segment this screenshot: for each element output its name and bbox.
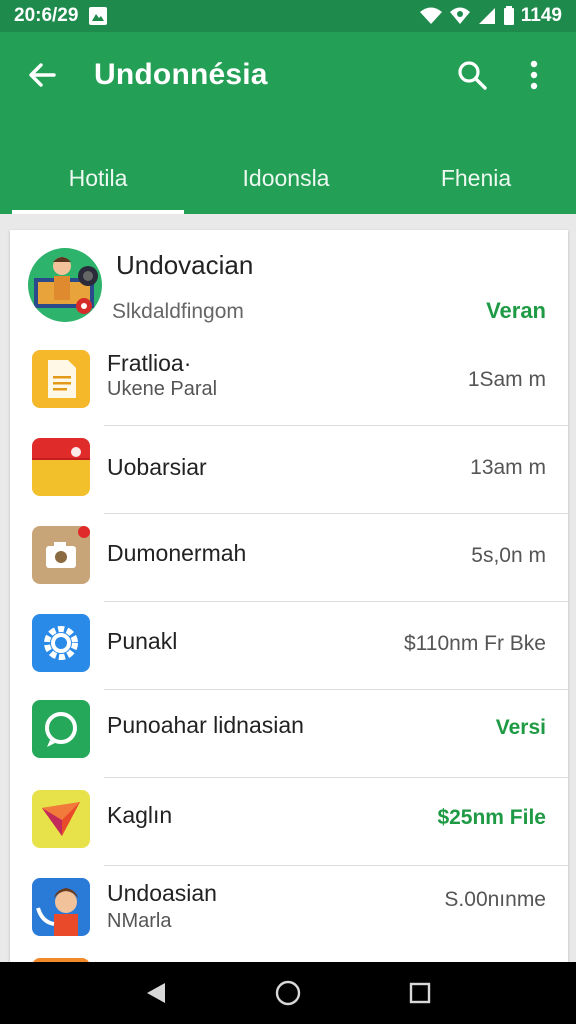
tab-indicator: [12, 210, 184, 214]
list-item[interactable]: Undoasian NMarla S.00nınme: [10, 866, 568, 954]
app-bar: Undonnésia Hotila Idoonsla Fhenia: [0, 32, 576, 214]
avatar: [28, 248, 102, 322]
notification-image-icon: [88, 6, 108, 26]
nav-home-button[interactable]: [268, 973, 308, 1013]
item-name: Kaglın: [107, 802, 173, 828]
nav-recents-button[interactable]: [400, 973, 440, 1013]
camera-app-icon: [32, 526, 90, 584]
item-name: Undoasian: [107, 880, 217, 906]
list-item[interactable]: Kaglın $25nm File: [10, 778, 568, 866]
item-meta: $110nm Fr Bke: [403, 632, 546, 655]
item-name: Punakl: [107, 628, 178, 654]
item-name: Uobarsiar: [107, 454, 207, 480]
square-recents-icon: [409, 982, 431, 1004]
status-bar: 20:6/29 1149: [0, 0, 576, 32]
search-icon: [458, 61, 487, 90]
tab-3-label: Fhenia: [440, 164, 512, 191]
item-name: Dumonermah: [107, 540, 247, 566]
list-item[interactable]: Fratlioa· Ukene Paral 1Sam m: [10, 338, 568, 426]
wifi-icon: [419, 6, 443, 26]
header-subtitle: Slkdaldfingom: [112, 300, 244, 323]
list-item[interactable]: Dumonermah 5s,0n m: [10, 514, 568, 602]
header-title: Undovacian: [116, 250, 254, 280]
character-app-icon: [32, 878, 90, 936]
vpn-icon: [449, 6, 471, 26]
tab-bar: Hotila Idoonsla Fhenia: [0, 142, 576, 214]
send-app-icon: [32, 790, 90, 848]
item-meta: 13am m: [470, 456, 546, 479]
page-title: Undonnésia: [94, 58, 268, 91]
item-name: Fratlioa·: [107, 350, 192, 376]
tab-1[interactable]: Hotila: [0, 142, 196, 214]
status-time: 20:6/29: [14, 5, 79, 26]
header-row[interactable]: Undovacian Slkdaldfingom Veran: [10, 230, 568, 338]
item-meta[interactable]: Versi: [496, 716, 546, 740]
tab-1-label: Hotila: [68, 164, 128, 191]
search-button[interactable]: [450, 53, 494, 97]
more-options-button[interactable]: [512, 53, 556, 97]
tab-3[interactable]: Fhenia: [376, 142, 576, 214]
triangle-back-icon: [147, 983, 165, 1003]
document-app-icon: [32, 350, 90, 408]
app-list-card: Undovacian Slkdaldfingom Veran Fratlioa·…: [10, 230, 568, 970]
more-vert-icon: [530, 60, 538, 90]
battery-icon: [503, 6, 515, 26]
item-meta[interactable]: $25nm File: [437, 806, 546, 830]
list-item[interactable]: Uobarsiar 13am m: [10, 426, 568, 514]
list-item[interactable]: Punakl $110nm Fr Bke: [10, 602, 568, 690]
item-meta: 5s,0n m: [471, 544, 546, 567]
header-action[interactable]: Veran: [486, 298, 546, 324]
item-name: Punoahar lidnasian: [107, 712, 304, 738]
nav-back-button[interactable]: [136, 973, 176, 1013]
list-item[interactable]: Punoahar lidnasian Versi: [10, 690, 568, 778]
navigation-bar: [0, 962, 576, 1024]
signal-icon: [477, 6, 497, 26]
arrow-left-icon: [29, 63, 56, 87]
circle-home-icon: [275, 980, 301, 1006]
back-button[interactable]: [20, 53, 64, 97]
item-subtitle: NMarla: [107, 910, 172, 932]
chat-app-icon: [32, 700, 90, 758]
calendar-app-icon: [32, 438, 90, 496]
battery-text: 1149: [520, 5, 562, 26]
tab-2-label: Idoonsla: [242, 164, 330, 191]
gear-app-icon: [32, 614, 90, 672]
item-meta: 1Sam m: [467, 368, 546, 391]
item-subtitle: Ukene Paral: [107, 378, 218, 400]
toolbar: Undonnésia: [0, 32, 576, 118]
tab-2[interactable]: Idoonsla: [196, 142, 376, 214]
item-meta: S.00nınme: [444, 888, 546, 911]
